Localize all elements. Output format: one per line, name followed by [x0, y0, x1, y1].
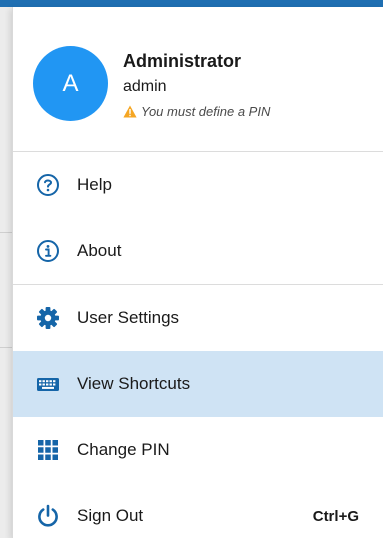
help-circle-icon [35, 172, 61, 198]
menu-item-label: About [77, 241, 122, 260]
menu-item-help[interactable]: Help [13, 152, 383, 218]
background-divider [0, 232, 12, 233]
user-menu-dropdown: A Administrator admin You must define a … [12, 7, 383, 538]
app-header-strip [0, 0, 383, 7]
menu-item-label: Change PIN [77, 440, 170, 459]
menu-item-view-shortcuts[interactable]: View Shortcuts [13, 351, 383, 417]
user-display-name: Administrator [123, 51, 242, 71]
menu-section-info: Help About [13, 152, 383, 285]
menu-item-label: Help [77, 175, 112, 194]
sign-out-shortcut: Ctrl+G [312, 507, 359, 525]
power-icon [35, 503, 61, 529]
menu-section-user: User Settings View Shortcuts Change PIN … [13, 285, 383, 538]
menu-item-label: Sign Out [77, 506, 144, 525]
avatar: A [33, 46, 108, 121]
menu-item-label: View Shortcuts [77, 374, 191, 393]
menu-item-user-settings[interactable]: User Settings [13, 285, 383, 351]
gear-icon [35, 305, 61, 331]
menu-item-about[interactable]: About [13, 218, 383, 284]
menu-item-label: User Settings [77, 308, 180, 327]
info-circle-icon [35, 238, 61, 264]
background-divider [0, 347, 12, 348]
user-login-name: admin [123, 78, 167, 95]
user-card: A Administrator admin You must define a … [13, 7, 383, 152]
pin-warning-text: You must define a PIN [141, 104, 271, 119]
background-panel [0, 7, 12, 538]
keyboard-icon [35, 371, 61, 397]
menu-item-change-pin[interactable]: Change PIN [13, 417, 383, 483]
app-background: A Administrator admin You must define a … [0, 0, 383, 538]
menu-item-sign-out[interactable]: Sign Out Ctrl+G [13, 483, 383, 538]
keypad-grid-icon [35, 437, 61, 463]
warning-triangle-icon [123, 105, 137, 118]
pin-warning: You must define a PIN [123, 104, 270, 119]
